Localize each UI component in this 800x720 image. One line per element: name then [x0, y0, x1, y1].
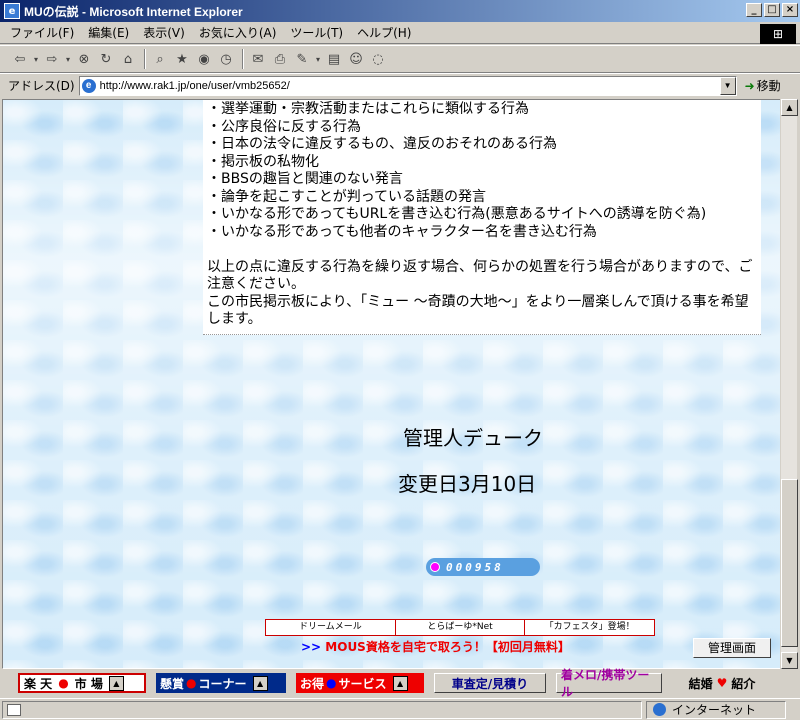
rule-item: ・公序良俗に反する行為: [207, 118, 361, 135]
forward-dropdown-icon[interactable]: ▾: [64, 49, 72, 69]
address-url: http://www.rak1.jp/one/user/vmb25652/: [99, 79, 290, 92]
search-icon[interactable]: ⌕: [150, 49, 170, 69]
closing-paragraph: この市民掲示板により、「ミュー 〜奇蹟の大地〜」をより一層楽しんで頂ける事を希望…: [207, 293, 749, 328]
promo-link[interactable]: >> MOUS資格を自宅で取ろう！【初回月無料】: [301, 638, 570, 655]
address-label: アドレス(D): [8, 79, 75, 93]
counter-icon: [430, 562, 440, 572]
page-status-icon: [7, 703, 21, 716]
page-viewport: ・選挙運動・宗教活動またはこれらに類似する行為 ・公序良俗に反する行為 ・日本の法令…: [2, 99, 782, 669]
edit-icon[interactable]: ✎: [292, 49, 312, 69]
maximize-button[interactable]: □: [764, 3, 780, 17]
scroll-thumb[interactable]: [781, 479, 798, 647]
dotted-divider: [203, 333, 761, 335]
link-dream-mail[interactable]: ドリームメール: [266, 620, 396, 635]
favorites-icon[interactable]: ★: [172, 49, 192, 69]
menu-favorites[interactable]: お気に入り(A): [199, 24, 277, 41]
mail-icon[interactable]: ✉: [248, 49, 268, 69]
manager-name: 管理人デューク: [403, 426, 543, 450]
rule-item: ・いかなる形であってもURLを書き込む行為(悪意あるサイトへの誘導を防ぐ為): [207, 206, 707, 222]
counter-value: 000958: [446, 560, 504, 574]
address-dropdown-icon[interactable]: ▼: [719, 76, 736, 95]
vertical-scrollbar[interactable]: ▲ ▼: [780, 99, 798, 669]
rule-item: ・掲示板の私物化: [207, 153, 319, 170]
up-arrow-icon[interactable]: ▲: [392, 675, 408, 691]
menu-tools[interactable]: ツール(T): [290, 24, 343, 41]
scroll-up-icon[interactable]: ▲: [781, 99, 798, 116]
go-arrow-icon: ➜: [744, 78, 755, 93]
up-arrow-icon[interactable]: ▲: [108, 675, 124, 691]
globe-icon: [653, 703, 666, 716]
stop-icon[interactable]: ⊗: [74, 49, 94, 69]
home-icon[interactable]: ⌂: [118, 49, 138, 69]
rules-list: ・選挙運動・宗教活動またはこれらに類似する行為 ・公序良俗に反する行為 ・日本の法令…: [207, 101, 757, 241]
sponsor-links: ドリームメール とらばーゆ*Net 「カフェスタ」登場！: [265, 619, 655, 636]
close-button[interactable]: ×: [782, 3, 798, 17]
media-icon[interactable]: ◉: [194, 49, 214, 69]
rule-item: ・論争を起こすことが判っている話題の発言: [207, 188, 487, 205]
edit-dropdown-icon[interactable]: ▾: [314, 49, 322, 69]
up-arrow-icon[interactable]: ▲: [252, 675, 268, 691]
menu-file[interactable]: ファイル(F): [10, 24, 74, 41]
ringtone-button[interactable]: 着メロ/携帯ツール: [556, 668, 662, 699]
rakuten-ichiba-button[interactable]: 楽 天 ● 市 場 ▲: [18, 673, 146, 693]
back-icon[interactable]: ⇦: [10, 49, 30, 69]
marriage-intro-button[interactable]: 結婚 ♥ 紹介: [672, 673, 772, 693]
rule-item: ・いかなる形であっても他者のキャラクター名を書き込む行為: [207, 223, 597, 240]
car-appraisal-button[interactable]: 車査定/見積り: [434, 673, 546, 693]
messenger-icon[interactable]: ☺: [346, 49, 366, 69]
rules-panel: ・選挙運動・宗教活動またはこれらに類似する行為 ・公序良俗に反する行為 ・日本の法令…: [203, 100, 761, 335]
prize-corner-button[interactable]: 懸賞 ● コーナー ▲: [156, 673, 286, 693]
ad-bar: 楽 天 ● 市 場 ▲ 懸賞 ● コーナー ▲ お得 ● サービス ▲ 車査定/見積り 着メロ/携…: [0, 668, 800, 699]
rule-item: ・日本の法令に違反するもの、違反のおそれのある行為: [207, 136, 557, 152]
rule-item: ・選挙運動・宗教活動またはこれらに類似する行為: [207, 101, 529, 117]
security-zone: インターネット: [646, 700, 786, 719]
link-cafesta[interactable]: 「カフェスタ」登場！: [525, 620, 654, 635]
access-counter: 000958: [426, 558, 540, 576]
deals-service-button[interactable]: お得 ● サービス ▲: [296, 673, 424, 693]
change-date: 変更日3月10日: [398, 472, 537, 496]
discuss-icon[interactable]: ▤: [324, 49, 344, 69]
menu-bar: ファイル(F) 編集(E) 表示(V) お気に入り(A) ツール(T) ヘルプ(…: [0, 22, 800, 44]
back-dropdown-icon[interactable]: ▾: [32, 49, 40, 69]
research-icon[interactable]: ◌: [368, 49, 388, 69]
link-torabayu[interactable]: とらばーゆ*Net: [396, 620, 526, 635]
forward-icon[interactable]: ⇨: [42, 49, 62, 69]
address-input[interactable]: e http://www.rak1.jp/one/user/vmb25652/ …: [78, 75, 737, 96]
scroll-down-icon[interactable]: ▼: [781, 652, 798, 669]
admin-button[interactable]: 管理画面: [693, 638, 771, 658]
windows-logo-icon: ⊞: [760, 24, 796, 44]
refresh-icon[interactable]: ↻: [96, 49, 116, 69]
toolbar: ⇦ ▾ ⇨ ▾ ⊗ ↻ ⌂ ⌕ ★ ◉ ◷ ✉ ⎙ ✎ ▾ ▤ ☺ ◌: [0, 45, 800, 73]
window-title: MUの伝説 - Microsoft Internet Explorer: [24, 4, 243, 19]
address-bar: アドレス(D) e http://www.rak1.jp/one/user/vm…: [0, 73, 800, 97]
status-bar: インターネット: [0, 698, 800, 720]
menu-view[interactable]: 表示(V): [143, 24, 185, 41]
warning-paragraph: 以上の点に違反する行為を繰り返す場合、何らかの処置を行う場合がありますので、ご注…: [207, 258, 753, 293]
menu-edit[interactable]: 編集(E): [88, 24, 129, 41]
page-icon: e: [81, 78, 96, 93]
rule-item: ・BBSの趣旨と関連のない発言: [207, 171, 403, 187]
title-bar: e MUの伝説 - Microsoft Internet Explorer _ …: [0, 0, 800, 22]
go-button[interactable]: ➜ 移動: [745, 77, 781, 94]
print-icon[interactable]: ⎙: [270, 49, 290, 69]
minimize-button[interactable]: _: [746, 3, 762, 17]
status-main: [2, 700, 642, 719]
history-icon[interactable]: ◷: [216, 49, 236, 69]
menu-help[interactable]: ヘルプ(H): [357, 24, 411, 41]
ie-icon: e: [4, 3, 20, 19]
